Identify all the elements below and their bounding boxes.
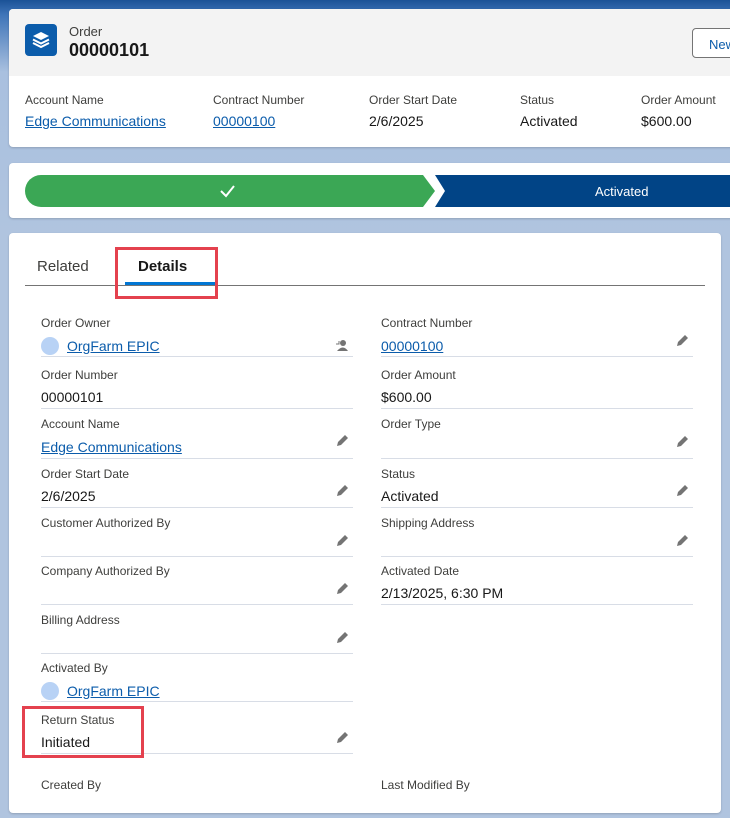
pencil-icon[interactable] bbox=[675, 534, 689, 548]
pencil-icon[interactable] bbox=[335, 484, 349, 498]
user-avatar bbox=[41, 337, 59, 355]
field-value: 2/13/2025, 6:30 PM bbox=[381, 585, 504, 601]
account-name-link[interactable]: Edge Communications bbox=[25, 113, 166, 129]
field-label: Account Name bbox=[41, 417, 120, 431]
field-contract-number: Contract Number 00000100 bbox=[381, 316, 693, 357]
highlight-contract-number: Contract Number 00000100 bbox=[213, 93, 304, 129]
highlight-label: Contract Number bbox=[213, 93, 305, 107]
field-label: Customer Authorized By bbox=[41, 516, 171, 530]
highlight-status: Status Activated bbox=[520, 93, 578, 129]
field-order-amount: Order Amount $600.00 bbox=[381, 368, 693, 409]
contract-number-link[interactable]: 00000100 bbox=[213, 113, 304, 129]
record-header: Order 00000101 New Account Name Edge Com… bbox=[9, 9, 730, 147]
field-status: Status Activated bbox=[381, 467, 693, 508]
field-value: $600.00 bbox=[381, 389, 432, 405]
field-order-start-date: Order Start Date 2/6/2025 bbox=[41, 467, 353, 508]
pencil-icon[interactable] bbox=[335, 434, 349, 448]
contract-number-link[interactable]: 00000100 bbox=[381, 338, 443, 354]
pencil-icon[interactable] bbox=[335, 631, 349, 645]
field-label: Shipping Address bbox=[381, 516, 475, 530]
activated-by-link[interactable]: OrgFarm EPIC bbox=[67, 683, 160, 699]
highlight-value: 2/6/2025 bbox=[369, 113, 424, 129]
record-header-top: Order 00000101 New bbox=[9, 9, 730, 76]
field-label: Billing Address bbox=[41, 613, 120, 627]
highlight-value: Activated bbox=[520, 113, 578, 129]
highlight-account-name: Account Name Edge Communications bbox=[25, 93, 166, 129]
highlight-order-amount: Order Amount $600.00 bbox=[641, 93, 716, 129]
field-shipping-address: Shipping Address bbox=[381, 516, 693, 557]
field-order-number: Order Number 00000101 bbox=[41, 368, 353, 409]
pencil-icon[interactable] bbox=[675, 334, 689, 348]
details-tab-highlight-box bbox=[115, 247, 218, 299]
field-label: Activated Date bbox=[381, 564, 460, 578]
change-owner-icon[interactable] bbox=[335, 338, 349, 352]
field-billing-address: Billing Address bbox=[41, 613, 353, 654]
field-value: Activated bbox=[381, 488, 439, 504]
new-button[interactable]: New bbox=[692, 28, 730, 58]
order-owner-link[interactable]: OrgFarm EPIC bbox=[67, 338, 160, 354]
record-object-type: Order bbox=[69, 24, 103, 39]
highlight-value: $600.00 bbox=[641, 113, 692, 129]
pencil-icon[interactable] bbox=[675, 484, 689, 498]
field-customer-authorized-by: Customer Authorized By bbox=[41, 516, 353, 557]
field-label: Order Owner bbox=[41, 316, 111, 330]
pencil-icon[interactable] bbox=[335, 534, 349, 548]
pencil-icon[interactable] bbox=[335, 582, 349, 596]
field-label: Contract Number bbox=[381, 316, 473, 330]
record-title: 00000101 bbox=[69, 40, 150, 60]
highlight-label: Order Amount bbox=[641, 93, 716, 107]
field-label: Activated By bbox=[41, 661, 108, 675]
field-label: Company Authorized By bbox=[41, 564, 170, 578]
field-value: 2/6/2025 bbox=[41, 488, 96, 504]
pencil-icon[interactable] bbox=[675, 435, 689, 449]
path-stage-current[interactable] bbox=[435, 175, 730, 207]
field-label: Order Number bbox=[41, 368, 118, 382]
path-stage-label: Activated bbox=[595, 184, 649, 199]
field-order-type: Order Type bbox=[381, 417, 693, 459]
order-icon bbox=[25, 24, 57, 56]
path-stage-completed[interactable] bbox=[25, 175, 435, 207]
field-order-owner: Order Owner OrgFarm EPIC bbox=[41, 316, 353, 357]
pencil-icon[interactable] bbox=[335, 731, 349, 745]
details-card: Related Details Order Owner OrgFarm EPIC… bbox=[9, 233, 721, 813]
account-name-link[interactable]: Edge Communications bbox=[41, 439, 182, 455]
field-label: Order Amount bbox=[381, 368, 456, 382]
field-created-by: Created By bbox=[41, 778, 353, 818]
return-status-highlight-box bbox=[22, 706, 144, 758]
field-last-modified-by: Last Modified By bbox=[381, 778, 693, 818]
tab-related[interactable]: Related bbox=[37, 258, 89, 275]
field-label: Order Type bbox=[381, 417, 441, 431]
highlight-label: Order Start Date bbox=[369, 93, 458, 107]
status-path: Activated bbox=[9, 163, 730, 218]
highlight-order-start-date: Order Start Date 2/6/2025 bbox=[369, 93, 457, 129]
field-value: 00000101 bbox=[41, 389, 104, 405]
highlight-label: Account Name bbox=[25, 93, 104, 107]
highlight-label: Status bbox=[520, 93, 555, 107]
field-label: Order Start Date bbox=[41, 467, 130, 481]
field-label: Last Modified By bbox=[381, 778, 470, 792]
field-activated-date: Activated Date 2/13/2025, 6:30 PM bbox=[381, 564, 693, 605]
field-label: Created By bbox=[41, 778, 102, 792]
field-activated-by: Activated By OrgFarm EPIC bbox=[41, 661, 353, 702]
user-avatar bbox=[41, 682, 59, 700]
field-account-name: Account Name Edge Communications bbox=[41, 417, 353, 459]
field-label: Status bbox=[381, 467, 416, 481]
field-company-authorized-by: Company Authorized By bbox=[41, 564, 353, 605]
